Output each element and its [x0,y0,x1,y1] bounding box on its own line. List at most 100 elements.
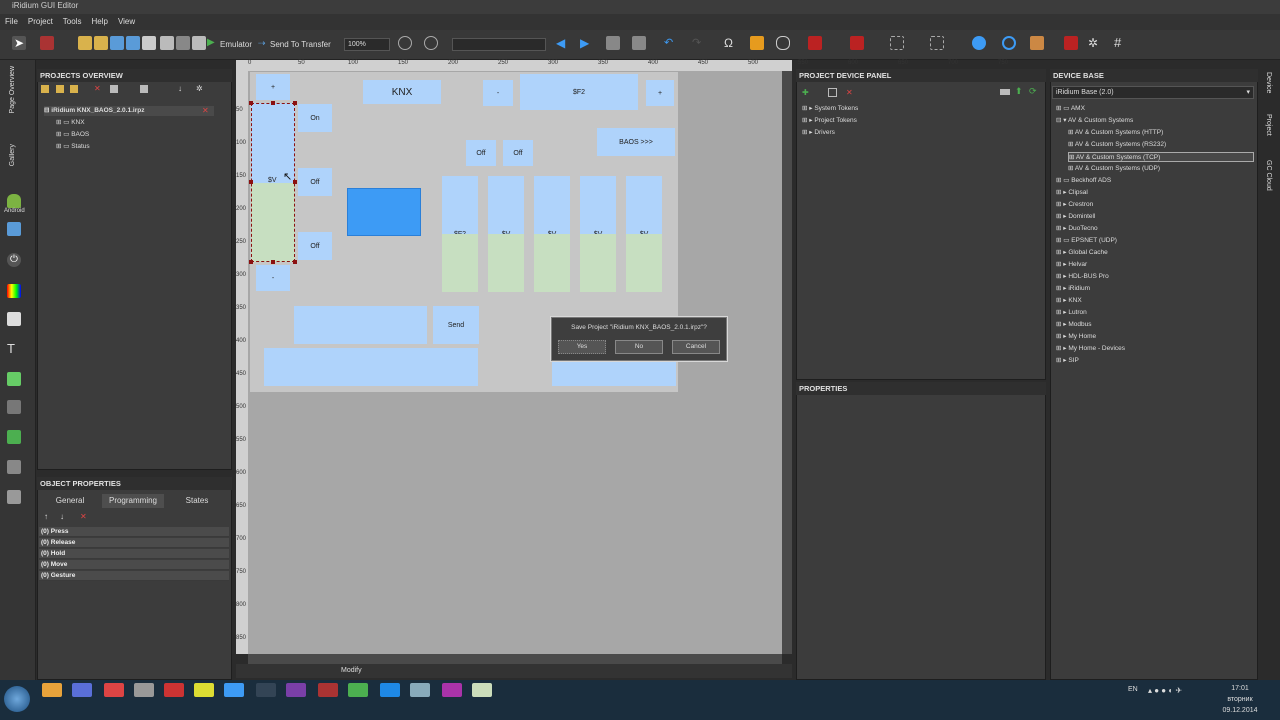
media-icon[interactable] [442,683,462,697]
app-icon[interactable] [134,683,154,697]
grid-icon[interactable] [890,36,904,50]
menu-project[interactable]: Project [27,14,54,30]
copy-icon[interactable] [110,85,118,93]
expand-icon[interactable]: ⊞ ▭ [1056,177,1071,184]
export-icon[interactable]: ⬆ [1015,86,1023,97]
select-arrow-icon[interactable]: ➤ [12,36,26,50]
add-device-icon[interactable]: ✚ [802,88,809,97]
move-down-icon[interactable]: ↓ [60,512,64,521]
selection-handle[interactable] [249,180,253,184]
device-base-select[interactable]: iRidium Base (2.0) ▾ [1052,86,1254,99]
off-button-4[interactable]: Off [503,140,533,166]
paste-icon[interactable] [192,36,206,50]
expand-icon[interactable]: ⊞ ▸ [1056,309,1068,316]
on-button[interactable]: On [298,104,332,132]
device-base-item[interactable]: ⊞ ▭ AMX [1056,104,1085,114]
device-base-item[interactable]: ⊞ ▸ DuoTecno [1056,224,1098,234]
device-base-item[interactable]: ⊞ ▸ Crestron [1056,200,1093,210]
zoom-in-icon[interactable] [398,36,412,50]
tab-general[interactable]: General [40,494,100,508]
tab-gc-cloud[interactable]: GC Cloud [1265,160,1272,191]
expand-icon[interactable]: ⊞ ▸ [1056,357,1068,364]
pdf-icon[interactable] [164,683,184,697]
notes-icon[interactable] [194,683,214,697]
expand-icon[interactable]: ⊞ ▸ [1056,261,1068,268]
selection-handle[interactable] [271,260,275,264]
new-project-icon[interactable] [78,36,92,50]
chrome-icon[interactable] [348,683,368,697]
iridium-app-icon[interactable] [224,683,244,697]
page-select[interactable] [452,38,546,51]
language-indicator[interactable]: EN [1128,686,1138,693]
move-up-icon[interactable]: ↑ [44,512,48,521]
delete-page-icon[interactable] [632,36,646,50]
expand-icon[interactable]: ⊞ ▸ [1056,213,1068,220]
text-tool-icon[interactable]: T [7,342,21,356]
previous-page-icon[interactable]: ◀ [556,36,570,50]
tab-states[interactable]: States [166,494,228,508]
selection-handle[interactable] [293,260,297,264]
text-field-icon[interactable] [7,312,21,326]
redo-icon[interactable]: ↷ [692,36,706,50]
event-move[interactable]: (0) Move [39,560,229,570]
calendar-icon[interactable] [286,683,306,697]
selection-handle[interactable] [249,101,253,105]
expand-icon[interactable]: ⊞ ▸ [1056,321,1068,328]
level-bar[interactable]: $F2 [442,176,478,238]
network-app-icon[interactable] [256,683,276,697]
minus-button-top[interactable]: - [483,80,513,106]
device-base-item[interactable]: ⊞ ▸ iRidium [1056,284,1090,294]
script-icon[interactable] [750,36,764,50]
explorer-icon[interactable] [42,683,62,697]
monitor-icon[interactable] [410,683,430,697]
level-bar[interactable]: $V [488,176,524,238]
plus-button-top[interactable]: + [646,80,674,106]
yes-button[interactable]: Yes [558,340,606,354]
align-icon[interactable] [808,36,822,50]
minus-button-left[interactable]: - [256,265,290,291]
expand-icon[interactable]: ⊞ [1069,154,1076,161]
event-gesture[interactable]: (0) Gesture [39,571,229,581]
tab-programming[interactable]: Programming [102,494,164,508]
expand-icon[interactable]: ⊞ ▸ [1056,333,1068,340]
menu-file[interactable]: File [4,14,19,30]
settings-icon[interactable]: ✲ [196,84,203,93]
plugin-icon[interactable] [1030,36,1044,50]
expand-icon[interactable]: ⊞ ▸ [1056,297,1068,304]
tab-device[interactable]: Device [1265,72,1272,93]
expand-icon[interactable]: ⊞ ▸ [1056,273,1068,280]
text-input-field[interactable] [294,306,427,344]
level-bar[interactable]: $V [534,176,570,238]
opera-icon[interactable] [104,683,124,697]
off-button-3[interactable]: Off [466,140,496,166]
f2-value-display[interactable]: $F2 [520,74,638,110]
undo-icon[interactable]: ↶ [664,36,678,50]
save-as-icon[interactable] [126,36,140,50]
selection-handle[interactable] [271,101,275,105]
keyboard-icon[interactable] [1000,89,1010,95]
device-base-item[interactable]: ⊞ ▸ Modbus [1056,320,1091,330]
send-to-transfer-button[interactable]: Send To Transfer [270,40,331,49]
tab-page-overview[interactable]: Page Overview [9,66,16,113]
level-bar[interactable]: $V [580,176,616,238]
scroll-icon[interactable] [7,490,21,504]
tab-project[interactable]: Project [1265,114,1272,136]
refresh-icon[interactable] [1002,36,1016,50]
status-display-field[interactable] [552,362,676,386]
plus-button-left[interactable]: + [256,74,290,100]
copy-icon[interactable] [160,36,174,50]
cancel-button[interactable]: Cancel [672,340,720,354]
skype-icon[interactable] [380,683,400,697]
tree-item-status[interactable]: ⊞ ▭ Status [56,142,90,152]
expand-icon[interactable]: ⊞ [1068,129,1075,136]
power-icon[interactable]: ⏻ [7,253,21,267]
send-button[interactable]: Send [433,306,479,344]
selection-handle[interactable] [293,101,297,105]
globe-icon[interactable] [972,36,986,50]
document-icon[interactable] [142,36,156,50]
save-icon[interactable] [110,36,124,50]
device-base-item[interactable]: ⊞ AV & Custom Systems (RS232) [1068,140,1166,150]
expand-icon[interactable]: ⊞ [1068,165,1075,172]
tree-item-knx[interactable]: ⊞ ▭ KNX [56,118,85,128]
copy-device-icon[interactable] [828,88,837,97]
